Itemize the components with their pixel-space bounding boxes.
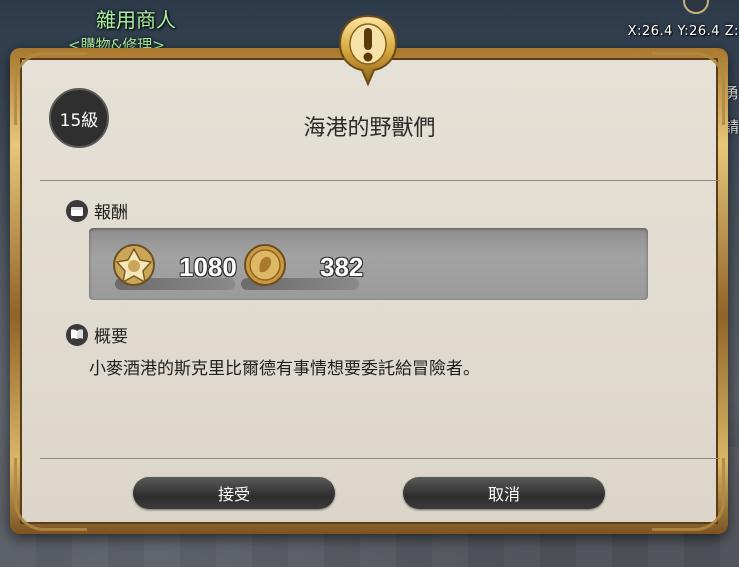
reward-experience[interactable] <box>111 242 157 288</box>
summary-section-label: 概要 <box>66 322 128 347</box>
frame-ornament <box>14 458 87 531</box>
divider <box>40 458 720 459</box>
reward-gil[interactable] <box>242 242 288 288</box>
divider <box>40 180 720 181</box>
accept-button[interactable]: 接受 <box>133 477 335 509</box>
reward-section-label: 報酬 <box>66 198 128 223</box>
quest-summary-text: 小麥酒港的斯克里比爾德有事情想要委託給冒險者。 <box>89 359 480 379</box>
reward-gil-value: 382 <box>320 252 364 282</box>
experience-icon <box>113 244 155 286</box>
gil-coin-icon <box>244 244 286 286</box>
book-icon <box>66 323 88 346</box>
coordinates-readout: X:26.4 Y:26.4 Z: <box>627 24 739 39</box>
reward-experience-value: 1080 <box>179 252 237 282</box>
reward-box: 1080 382 <box>89 228 648 300</box>
quest-exclamation-icon <box>338 14 398 86</box>
summary-label: 概要 <box>94 327 128 347</box>
quest-title: 海港的野獸們 <box>303 116 436 141</box>
npc-nameplate[interactable]: 雜用商人 <box>96 4 176 33</box>
reward-label: 報酬 <box>94 203 128 223</box>
frame-ornament <box>652 458 725 531</box>
chest-icon <box>66 199 88 222</box>
cancel-button[interactable]: 取消 <box>403 477 605 509</box>
